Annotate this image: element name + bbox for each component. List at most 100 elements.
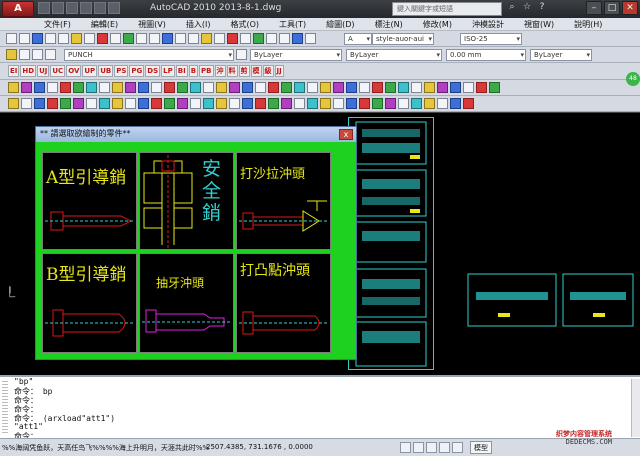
part-countersink-punch[interactable]: 打沙拉沖頭 [236, 152, 331, 250]
menu-item[interactable]: 插入(I) [176, 18, 221, 30]
toolbar-tool-icon[interactable] [463, 82, 474, 93]
toolbar-tool-icon[interactable] [398, 98, 409, 109]
toolbar-tool-icon[interactable] [110, 33, 121, 44]
toolbar-tool-icon[interactable] [21, 82, 32, 93]
toolbar-tool-icon[interactable] [411, 82, 422, 93]
toolbar-tool-icon[interactable] [385, 98, 396, 109]
toolbar-tool-icon[interactable] [47, 98, 58, 109]
custom-command-button[interactable]: UJ [37, 65, 50, 77]
toolbar-tool-icon[interactable] [164, 98, 175, 109]
part-safety-pin[interactable]: 安全銷 [139, 152, 234, 250]
toolbar-tool-icon[interactable] [73, 82, 84, 93]
toolbar-tool-icon[interactable] [151, 82, 162, 93]
toolbar-tool-icon[interactable] [320, 98, 331, 109]
close-button[interactable]: ✕ [622, 1, 638, 15]
toolbar-tool-icon[interactable] [242, 98, 253, 109]
toolbar-tool-icon[interactable] [437, 98, 448, 109]
toolbar-tool-icon[interactable] [190, 98, 201, 109]
application-menu-button[interactable]: A [2, 1, 34, 17]
toolbar-tool-icon[interactable] [177, 98, 188, 109]
toolbar-tool-icon[interactable] [203, 82, 214, 93]
toolbar-tool-icon[interactable] [175, 33, 186, 44]
custom-command-button[interactable]: PS [114, 65, 129, 77]
make-current-icon[interactable] [236, 49, 247, 60]
custom-command-button[interactable]: 剪 [238, 65, 250, 77]
toolbar-tool-icon[interactable] [138, 98, 149, 109]
menu-item[interactable]: 繪圖(D) [316, 18, 364, 30]
toolbar-tool-icon[interactable] [424, 98, 435, 109]
toolbar-tool-icon[interactable] [333, 82, 344, 93]
color-select[interactable]: ByLayer [250, 49, 342, 61]
menu-item[interactable]: 沖模設計 [462, 18, 514, 30]
toolbar-tool-icon[interactable] [86, 82, 97, 93]
toolbar-tool-icon[interactable] [21, 98, 32, 109]
toolbar-tool-icon[interactable] [385, 82, 396, 93]
save-icon[interactable] [66, 2, 78, 14]
dim-style-select[interactable]: ISO-25 [460, 33, 522, 45]
snap-icon[interactable] [400, 442, 411, 453]
menu-item[interactable]: 視窗(W) [514, 18, 564, 30]
toolbar-tool-icon[interactable] [292, 33, 303, 44]
toolbar-tool-icon[interactable] [424, 82, 435, 93]
menu-item[interactable]: 編輯(E) [81, 18, 128, 30]
custom-command-button[interactable]: B [188, 65, 199, 77]
toolbar-tool-icon[interactable] [201, 33, 212, 44]
toolbar-tool-icon[interactable] [216, 82, 227, 93]
toolbar-tool-icon[interactable] [125, 98, 136, 109]
toolbar-tool-icon[interactable] [229, 98, 240, 109]
toolbar-tool-icon[interactable] [437, 82, 448, 93]
toolbar-tool-icon[interactable] [305, 33, 316, 44]
menu-item[interactable]: 文件(F) [34, 18, 81, 30]
toolbar-tool-icon[interactable] [47, 82, 58, 93]
toolbar-tool-icon[interactable] [8, 98, 19, 109]
part-b-pilot-pin[interactable]: B型引導銷 [42, 253, 137, 353]
part-emboss-punch[interactable]: 打凸點沖頭 [236, 253, 331, 353]
menu-item[interactable]: 視圖(V) [128, 18, 176, 30]
dialog-close-button[interactable]: x [339, 129, 353, 140]
osnap-icon[interactable] [452, 442, 463, 453]
toolbar-tool-icon[interactable] [112, 98, 123, 109]
toolbar-tool-icon[interactable] [411, 98, 422, 109]
toolbar-tool-icon[interactable] [253, 33, 264, 44]
custom-command-button[interactable]: 級 [262, 65, 274, 77]
custom-command-button[interactable]: EI [8, 65, 20, 77]
toolbar-tool-icon[interactable] [73, 98, 84, 109]
minimize-button[interactable]: – [586, 1, 602, 15]
custom-command-button[interactable]: UP [82, 65, 98, 77]
custom-command-button[interactable]: UC [50, 65, 66, 77]
toolbar-tool-icon[interactable] [58, 33, 69, 44]
custom-command-button[interactable]: JJ [274, 65, 284, 77]
toolbar-tool-icon[interactable] [294, 82, 305, 93]
side-badge[interactable]: 48 [626, 72, 640, 86]
toolbar-tool-icon[interactable] [268, 82, 279, 93]
toolbar-tool-icon[interactable] [136, 33, 147, 44]
custom-command-button[interactable]: 沖 [214, 65, 226, 77]
toolbar-tool-icon[interactable] [242, 82, 253, 93]
toolbar-tool-icon[interactable] [372, 82, 383, 93]
toolbar-tool-icon[interactable] [281, 98, 292, 109]
toolbar-tool-icon[interactable] [84, 33, 95, 44]
toolbar-tool-icon[interactable] [216, 98, 227, 109]
toolbar-tool-icon[interactable] [162, 33, 173, 44]
toolbar-tool-icon[interactable] [307, 98, 318, 109]
toolbar-tool-icon[interactable] [99, 82, 110, 93]
toolbar-tool-icon[interactable] [294, 98, 305, 109]
toolbar-tool-icon[interactable] [333, 98, 344, 109]
toolbar-tool-icon[interactable] [476, 82, 487, 93]
lock-icon[interactable] [32, 49, 43, 60]
toolbar-tool-icon[interactable] [188, 33, 199, 44]
lineweight-select[interactable]: 0.00 mm [446, 49, 526, 61]
layer-select[interactable]: PUNCH [64, 49, 234, 61]
toolbar-tool-icon[interactable] [71, 33, 82, 44]
toolbar-tool-icon[interactable] [398, 82, 409, 93]
toolbar-tool-icon[interactable] [450, 82, 461, 93]
toolbar-tool-icon[interactable] [60, 82, 71, 93]
custom-command-button[interactable]: LP [161, 65, 175, 77]
toolbar-tool-icon[interactable] [346, 98, 357, 109]
custom-command-button[interactable]: UB [98, 65, 114, 77]
toolbar-tool-icon[interactable] [463, 98, 474, 109]
toolbar-tool-icon[interactable] [164, 82, 175, 93]
maximize-button[interactable]: □ [604, 1, 620, 15]
redo-icon[interactable] [94, 2, 106, 14]
plot-style-select[interactable]: ByLayer [530, 49, 592, 61]
